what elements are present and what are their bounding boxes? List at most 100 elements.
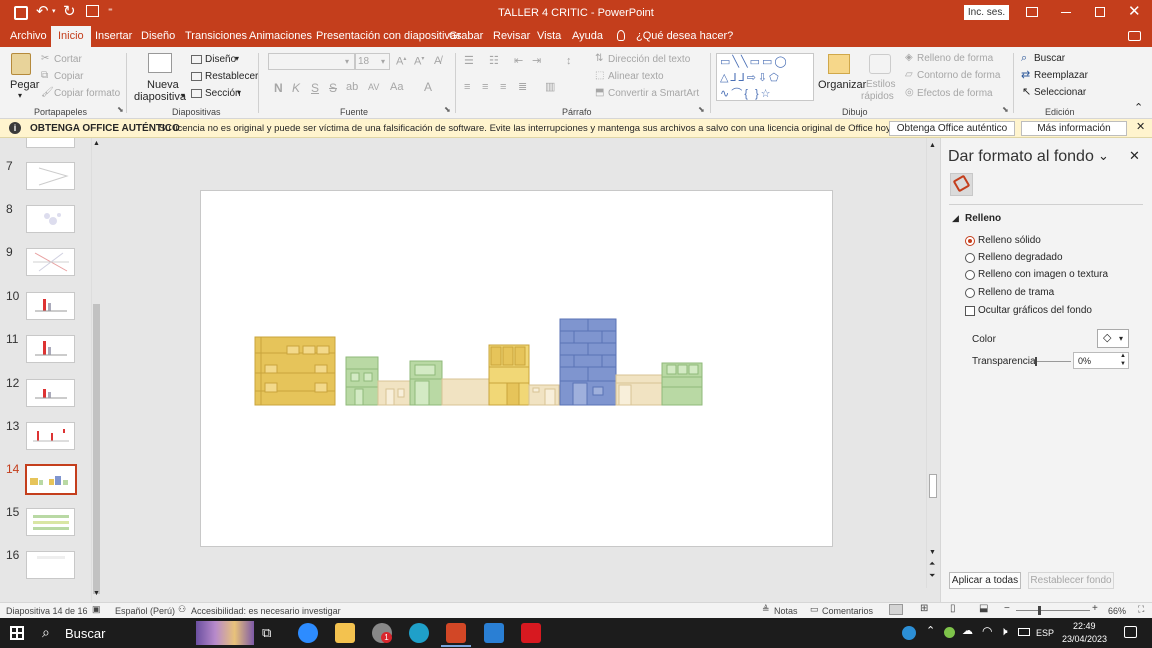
accessibility-status[interactable]: Accesibilidad: es necesario investigar (191, 606, 341, 616)
spin-down-icon[interactable]: ▼ (1120, 361, 1126, 367)
zoom-out-icon[interactable]: − (1004, 604, 1010, 614)
fill-category-tab[interactable] (950, 173, 973, 196)
new-slide-dropdown-icon[interactable]: ▾ (181, 92, 185, 100)
section-collapse-icon[interactable]: ◢ (952, 214, 959, 223)
paste-icon[interactable] (11, 53, 31, 75)
pane-options-icon[interactable]: ⌄ (1098, 149, 1109, 162)
text-direction-button[interactable]: Dirección del texto (608, 54, 690, 65)
slide-sorter-icon[interactable]: ⊞ (920, 604, 928, 614)
search-highlight-image[interactable] (196, 621, 254, 645)
option-pattern-fill[interactable]: Relleno de trama (978, 287, 1054, 298)
triangle-shape-icon[interactable]: △⅃⅃⇨⇩⬠ (720, 72, 781, 84)
building-blue-tower[interactable] (559, 318, 617, 406)
new-slide-button[interactable]: Nueva (147, 79, 179, 91)
reset-icon[interactable] (191, 72, 202, 81)
option-solid-fill[interactable]: Relleno sólido (978, 235, 1041, 246)
align-left-icon[interactable]: ≡ (464, 82, 470, 93)
taskbar-search-text[interactable]: Buscar (65, 626, 105, 641)
radio-picture-fill[interactable] (965, 270, 975, 280)
zoom-slider[interactable] (1016, 606, 1090, 615)
comments-status-icon[interactable]: ▭ (810, 605, 819, 614)
ribbon-display-icon[interactable] (1026, 7, 1038, 17)
smartart-button[interactable]: Convertir a SmartArt (608, 88, 699, 99)
shape-outline-icon[interactable]: ▱ (905, 70, 913, 80)
slide-thumbnail-15[interactable] (26, 508, 75, 536)
tab-inicio[interactable]: Inicio (51, 26, 91, 47)
transparency-slider[interactable] (1035, 357, 1071, 366)
tab-revisar[interactable]: Revisar (493, 30, 530, 42)
language-status[interactable]: Español (Perú) (115, 606, 175, 616)
zoom-level[interactable]: 66% (1108, 606, 1126, 616)
windows-start-icon[interactable] (10, 626, 24, 640)
shape-outline-button[interactable]: Contorno de forma (917, 70, 1000, 81)
next-slide-icon[interactable]: ⏷ (929, 572, 935, 580)
tab-animaciones[interactable]: Animaciones (249, 30, 312, 42)
notes-button[interactable]: Notas (774, 606, 798, 616)
slide-thumbnail-9[interactable] (26, 248, 75, 276)
network-status-icon[interactable] (902, 626, 916, 640)
chevron-up-icon[interactable]: ⌃ (926, 626, 935, 637)
layout-button[interactable]: Diseño (205, 54, 236, 65)
radio-solid-fill[interactable] (965, 236, 975, 246)
underline-button[interactable]: S (311, 82, 319, 94)
current-slide[interactable] (200, 190, 833, 547)
clock-time[interactable]: 22:49 (1073, 621, 1096, 631)
decrease-indent-icon[interactable]: ⇤ (514, 56, 523, 67)
option-gradient-fill[interactable]: Relleno degradado (978, 252, 1063, 263)
tab-vista[interactable]: Vista (537, 30, 561, 42)
quick-styles-button-line2[interactable]: rápidos (861, 91, 894, 102)
slideshow-icon[interactable]: ⬓ (979, 604, 988, 614)
reset-background-button[interactable]: Restablecer fondo (1028, 572, 1114, 589)
zoom-app-icon[interactable] (298, 623, 318, 643)
smartart-icon[interactable]: ⬒ (595, 88, 604, 98)
checkbox-hide-graphics[interactable] (965, 306, 975, 316)
replace-button[interactable]: Reemplazar (1034, 70, 1088, 81)
new-slide-button-line2[interactable]: diapositiva (134, 91, 186, 103)
notifications-icon[interactable] (1124, 626, 1137, 638)
tell-me-search[interactable]: ¿Qué desea hacer? (636, 30, 733, 42)
font-launcher-icon[interactable]: ⬊ (444, 106, 451, 114)
section-fill-header[interactable]: Relleno (965, 213, 1001, 224)
paragraph-launcher-icon[interactable]: ⬊ (698, 106, 705, 114)
layout-icon[interactable] (191, 55, 202, 64)
notes-icon[interactable]: ≜ (762, 605, 770, 614)
scroll-up-icon[interactable]: ▲ (93, 140, 100, 147)
battery-icon[interactable] (1018, 628, 1030, 636)
tab-diseno[interactable]: Diseño (141, 30, 175, 42)
tab-archivo[interactable]: Archivo (10, 30, 47, 42)
layout-dropdown-icon[interactable]: ▾ (235, 55, 239, 63)
section-dropdown-icon[interactable]: ▾ (237, 89, 241, 97)
numbering-icon[interactable]: ☷ (489, 56, 499, 67)
building-beige-4[interactable] (615, 374, 663, 406)
textbox-shape-icon[interactable]: ▭╲╲▭▭◯ (720, 56, 789, 68)
building-beige-1[interactable] (377, 380, 411, 406)
comments-button[interactable]: Comentarios (822, 606, 873, 616)
paste-button[interactable]: Pegar (10, 79, 39, 91)
clock-date[interactable]: 23/04/2023 (1062, 634, 1107, 644)
clipboard-launcher-icon[interactable]: ⬊ (117, 106, 124, 114)
tab-presentacion[interactable]: Presentación con diapositivas (316, 30, 462, 42)
building-beige-3[interactable] (528, 384, 560, 406)
font-color-button[interactable]: A (424, 81, 432, 93)
collapse-ribbon-icon[interactable]: ⌃ (1134, 103, 1143, 114)
replace-icon[interactable]: ⇄ (1021, 70, 1030, 81)
slide-thumbnail-7[interactable] (26, 162, 75, 190)
strikethrough-button[interactable]: S (329, 82, 337, 94)
char-spacing-button[interactable]: AV (368, 83, 379, 92)
shape-fill-button[interactable]: Relleno de forma (917, 53, 993, 64)
line-spacing-icon[interactable]: ↕ (566, 56, 572, 67)
shape-effects-button[interactable]: Efectos de forma (917, 88, 993, 99)
accessibility-icon[interactable]: ⚇ (178, 605, 186, 614)
curve-shape-icon[interactable]: ∿⌒{ }☆ (720, 88, 772, 100)
slide-thumbnail-12[interactable] (26, 379, 75, 407)
cut-icon[interactable]: ✂ (41, 54, 49, 64)
scroll-down-icon[interactable]: ▼ (929, 549, 936, 556)
option-picture-fill[interactable]: Relleno con imagen o textura (978, 269, 1108, 280)
tab-insertar[interactable]: Insertar (95, 30, 132, 42)
section-icon[interactable] (191, 89, 202, 98)
align-center-icon[interactable]: ≡ (482, 82, 488, 93)
scroll-thumb[interactable] (929, 474, 937, 498)
reading-view-icon[interactable]: ▯ (950, 604, 956, 614)
notice-close-icon[interactable]: ✕ (1136, 122, 1145, 133)
edge-app-icon[interactable] (409, 623, 429, 643)
